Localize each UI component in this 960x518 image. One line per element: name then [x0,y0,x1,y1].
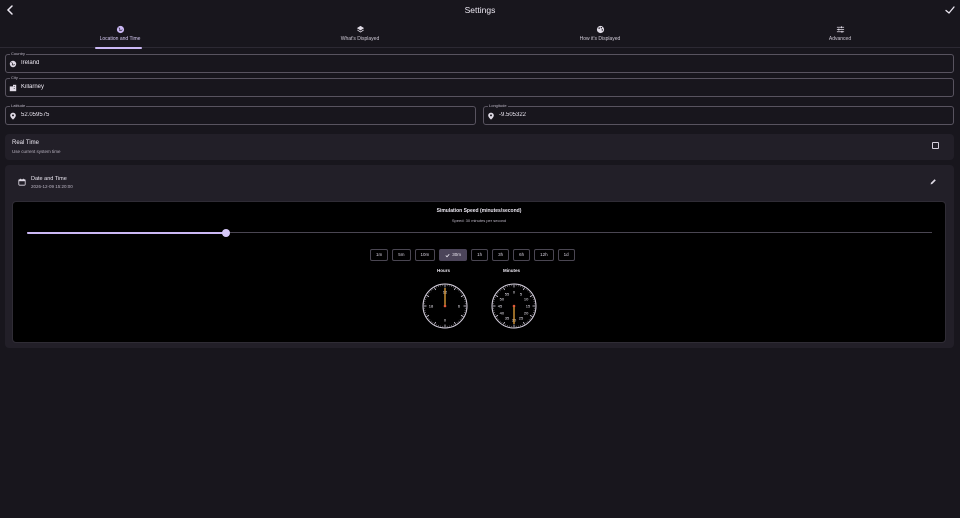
speed-slider-thumb[interactable] [222,229,231,237]
tab-whats-displayed[interactable]: What's Displayed [240,23,480,48]
dial-mark-label: 20 [524,311,529,316]
real-time-title: Real Time [12,140,40,146]
layers-icon [356,25,364,33]
speed-chip-label: 1d [563,252,569,257]
speed-chip-3h[interactable]: 3h [492,249,510,261]
dial-mark-label: 45 [498,304,503,309]
speed-chip-1d[interactable]: 1d [557,249,575,261]
speed-chip-1m[interactable]: 1m [370,249,389,261]
speed-chip-5m[interactable]: 5m [392,249,411,261]
longitude-field[interactable]: Longitude [483,103,954,125]
active-tab-indicator [95,47,142,49]
speed-chip-label: 12h [540,252,548,257]
dial-mark-label: 50 [500,297,505,302]
tab-how-its-displayed[interactable]: How it's Displayed [480,23,720,48]
latitude-field[interactable]: Latitude [5,103,476,125]
country-label: Country [10,51,27,56]
simulation-speed-title: Simulation Speed (minutes/second) [436,208,522,214]
dial-mark-label: 55 [505,291,510,296]
country-input[interactable] [21,60,221,66]
dial-hub [443,304,447,308]
tab-advanced[interactable]: Advanced [720,23,960,48]
dial-hub [512,304,516,308]
city-field[interactable]: City [5,75,954,97]
globe-icon [9,60,17,68]
date-time-value: 2026-12-09 15:20:00 [31,184,73,189]
longitude-input[interactable] [499,112,699,118]
check-icon [445,253,450,257]
hours-dial[interactable]: 126180 [421,282,469,330]
speed-chip-label: 6h [519,252,525,257]
latitude-input[interactable] [21,112,221,118]
tab-label: What's Displayed [340,36,380,42]
speed-chip-6h[interactable]: 6h [513,249,531,261]
speed-slider-fill [27,232,227,234]
edit-pencil-icon[interactable] [929,178,937,186]
simulation-speed-panel: Simulation Speed (minutes/second) Speed:… [12,201,946,343]
real-time-checkbox[interactable] [932,142,939,149]
speed-chip-1h[interactable]: 1h [471,249,489,261]
dial-mark-label: 35 [505,316,510,321]
tab-location-and-time[interactable]: Location and Time [0,23,240,49]
dial-mark-label: 25 [519,316,524,321]
speed-chip-10m[interactable]: 10m [414,249,436,261]
tab-bar: Location and Time What's Displayed How i… [0,23,960,49]
minutes-clock-label: Minutes [503,268,521,273]
tab-label: Advanced [828,36,852,42]
dial-mark-label: 40 [500,311,505,316]
tab-label: Location and Time [99,36,141,42]
speed-chip-group: 1m 5m 10m 30m 1h 3h 6h 12h 1d [370,249,575,261]
check-icon[interactable] [944,4,956,16]
location-pin-icon [10,112,16,120]
latitude-label: Latitude [10,103,27,108]
palette-icon [596,25,604,34]
calendar-icon [18,178,26,186]
longitude-label: Longitude [488,103,508,108]
building-icon [9,84,17,92]
tab-label: How it's Displayed [579,36,621,42]
dial-mark-label: 15 [526,304,531,309]
city-input[interactable] [21,84,221,90]
page-title: Settings [464,5,496,15]
sliders-icon [836,26,844,33]
date-time-title: Date and Time [31,176,67,182]
location-pin-icon [488,112,494,120]
speed-chip-label: 1h [477,252,483,257]
dial-mark-label: 18 [429,304,434,309]
globe-icon [116,25,124,34]
speed-chip-label: 1m [376,252,383,257]
city-label: City [10,75,19,80]
speed-chip-label: 10m [420,252,430,257]
hours-clock-label: Hours [437,268,451,273]
simulation-speed-subtitle: Speed: 30 minutes per second [451,218,507,223]
speed-chip-label: 30m [452,252,462,257]
country-field[interactable]: Country [5,51,954,73]
speed-chip-30m[interactable]: 30m [439,249,468,261]
speed-chip-label: 5m [398,252,405,257]
minutes-dial[interactable]: 0510152025303540455055 [490,282,538,330]
speed-chip-label: 3h [498,252,504,257]
app-bar: Settings [0,0,960,20]
dial-mark-label: 10 [524,297,529,302]
real-time-subtitle: Use current system time [12,149,61,154]
real-time-card [5,134,954,160]
speed-chip-12h[interactable]: 12h [534,249,554,261]
